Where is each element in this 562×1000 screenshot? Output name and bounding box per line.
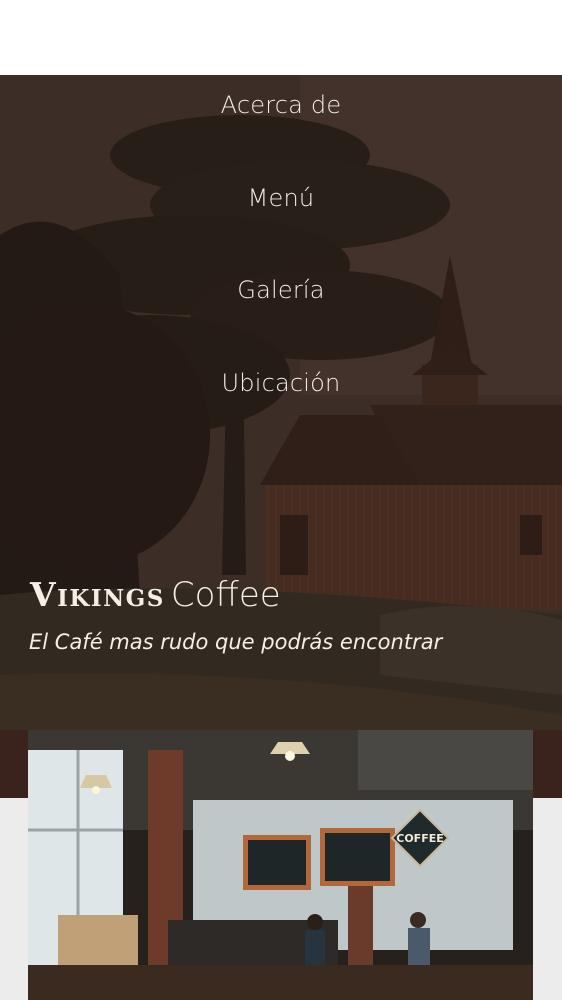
- brand-name-light: Coffee: [170, 575, 281, 615]
- nav-item-menu[interactable]: Menú: [0, 184, 562, 212]
- coffee-sign-text: COFFEE: [396, 832, 443, 845]
- cafe-interior-photo: COFFEE: [28, 730, 533, 1000]
- nav-item-galeria[interactable]: Galería: [0, 276, 562, 304]
- brand-name-strong: Vikings: [30, 575, 165, 614]
- nav-item-ubicacion[interactable]: Ubicación: [0, 369, 562, 397]
- hero-section: Acerca de Menú Galería Ubicación Vikings…: [0, 75, 562, 730]
- nav-item-acerca-de[interactable]: Acerca de: [0, 91, 562, 119]
- brand-tagline: El Café mas rudo que podrás encontrar: [29, 630, 443, 654]
- cafe-interior-image: COFFEE: [28, 730, 533, 1000]
- brand-logo[interactable]: Vikings Coffee: [30, 575, 281, 615]
